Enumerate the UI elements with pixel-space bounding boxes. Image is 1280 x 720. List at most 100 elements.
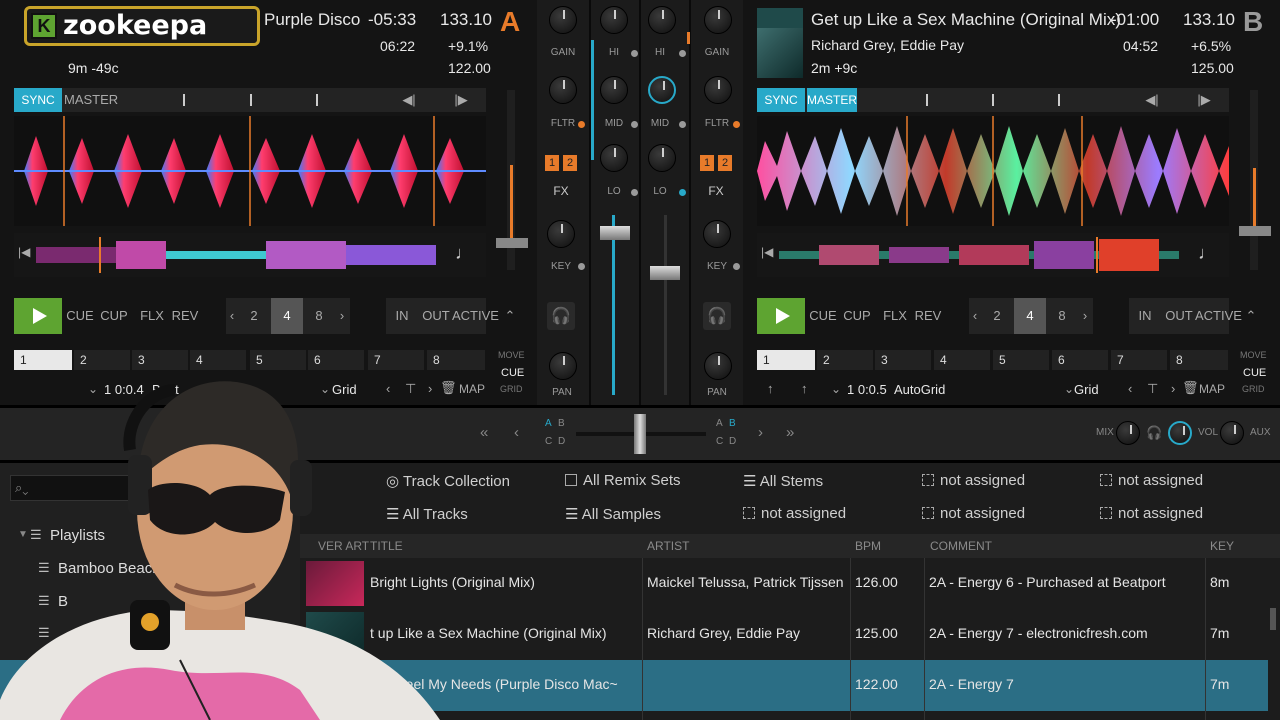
deck-b-cue-button[interactable]: CUE bbox=[809, 304, 837, 328]
deck-b-beatjump-back-icon[interactable]: ◀| bbox=[1138, 88, 1166, 112]
mixer-b-fx-unit-2[interactable]: 2 bbox=[718, 155, 732, 171]
favorite-all-tracks[interactable]: ☰ All Tracks bbox=[386, 505, 468, 523]
deck-a-mode-grid[interactable]: GRID bbox=[500, 384, 523, 394]
mixer-a-eq-hi-knob[interactable] bbox=[600, 6, 628, 34]
deck-a-cue-slot-8[interactable]: 8 bbox=[427, 350, 485, 370]
deck-a-mode-cue[interactable]: CUE bbox=[501, 367, 524, 379]
mixer-b-eq-mid-kill[interactable] bbox=[679, 121, 686, 128]
deck-a-reverse-button[interactable]: REV bbox=[171, 304, 199, 328]
search-input[interactable]: ⌕⌄ bbox=[10, 475, 160, 501]
browser-scrollbar[interactable] bbox=[1270, 608, 1276, 630]
deck-a-cue-type[interactable]: Beat bbox=[152, 382, 179, 397]
mixer-a-eq-lo-knob[interactable] bbox=[600, 144, 628, 172]
favorite-slot-empty[interactable]: not assigned bbox=[922, 505, 1025, 522]
deck-a-beatjump-forward-icon[interactable]: |▶ bbox=[447, 88, 475, 112]
mixer-a-volume-fader[interactable] bbox=[600, 226, 630, 240]
deck-a-cue-button[interactable]: CUE bbox=[66, 304, 94, 328]
mixer-a-filter-knob[interactable] bbox=[549, 76, 577, 104]
deck-a-cue-slot-3[interactable]: 3 bbox=[132, 350, 188, 370]
deck-a-collapse-icon[interactable]: ⌃ bbox=[500, 304, 520, 328]
crossfader-right-d[interactable]: D bbox=[729, 436, 736, 447]
column-cover-art[interactable]: VER ART bbox=[318, 539, 369, 553]
deck-a-mode-move[interactable]: MOVE bbox=[498, 350, 525, 360]
table-row[interactable]: t up Like a Sex Machine (Original Mix) R… bbox=[0, 609, 1268, 660]
deck-a-cue-slot-2[interactable]: 2 bbox=[74, 350, 130, 370]
deck-b-grid-dropdown-icon[interactable]: ⌄ bbox=[1064, 382, 1074, 396]
deck-a-play-button[interactable] bbox=[14, 298, 62, 334]
table-row-selected[interactable]: ) - Feel My Needs (Purple Disco Mac~ 122… bbox=[0, 660, 1268, 711]
mixer-b-filter-knob[interactable] bbox=[704, 76, 732, 104]
mixer-a-headphone-cue-icon[interactable]: 🎧 bbox=[547, 302, 575, 330]
deck-b-cue-slot-1[interactable]: 1 bbox=[757, 350, 815, 370]
deck-a-cue-start-icon[interactable]: |◀ bbox=[18, 245, 30, 259]
deck-a-cue-slot-1[interactable]: 1 bbox=[14, 350, 72, 370]
deck-b-loop-active-button[interactable]: ACTIVE bbox=[1195, 304, 1242, 328]
column-title[interactable]: TITLE bbox=[370, 539, 403, 553]
deck-b-cue-slot-8[interactable]: 8 bbox=[1170, 350, 1228, 370]
crossfader-handle[interactable] bbox=[634, 414, 646, 454]
mixer-b-filter-on-indicator[interactable] bbox=[733, 121, 740, 128]
crossfader-fast-left-icon[interactable]: « bbox=[480, 424, 488, 441]
deck-b-grid-next-icon[interactable]: › bbox=[1171, 381, 1175, 396]
deck-a-loop-size-8[interactable]: 8 bbox=[307, 304, 331, 328]
deck-b-cue-slot-2[interactable]: 2 bbox=[817, 350, 873, 370]
crossfader-right-c[interactable]: C bbox=[716, 436, 723, 447]
deck-a-loop-larger-icon[interactable]: › bbox=[336, 304, 348, 328]
headphone-volume-knob[interactable] bbox=[1168, 421, 1192, 445]
deck-b-cue-start-icon[interactable]: |◀ bbox=[761, 245, 773, 259]
deck-a-delete-icon[interactable]: 🗑 bbox=[440, 380, 457, 396]
mixer-a-eq-mid-kill[interactable] bbox=[631, 121, 638, 128]
deck-b-mode-cue[interactable]: CUE bbox=[1243, 367, 1266, 379]
deck-a-grid-tap-icon[interactable]: ⊤ bbox=[405, 381, 416, 397]
deck-b-loop-size-8[interactable]: 8 bbox=[1050, 304, 1074, 328]
deck-b-mode-move[interactable]: MOVE bbox=[1240, 350, 1267, 360]
table-row[interactable]: Bright Lights (Original Mix) Maickel Tel… bbox=[0, 558, 1268, 609]
deck-a-cue-slot-4[interactable]: 4 bbox=[190, 350, 246, 370]
deck-a-overview[interactable]: |◀ ♩ bbox=[14, 233, 486, 277]
deck-a-cue-slot-7[interactable]: 7 bbox=[368, 350, 424, 370]
column-artist[interactable]: ARTIST bbox=[647, 539, 689, 553]
deck-b-cup-button[interactable]: CUP bbox=[842, 304, 872, 328]
column-key[interactable]: KEY bbox=[1210, 539, 1234, 553]
deck-a-sync-button[interactable]: SYNC bbox=[14, 88, 62, 112]
crossfader-right-b[interactable]: B bbox=[729, 418, 736, 429]
mixer-b-eq-lo-kill[interactable] bbox=[679, 189, 686, 196]
favorite-slot-empty[interactable]: not assigned bbox=[743, 505, 846, 522]
deck-a-cue-slot-5[interactable]: 5 bbox=[250, 350, 306, 370]
deck-a-map-button[interactable]: MAP bbox=[459, 382, 485, 396]
deck-b-loop-out-button[interactable]: OUT bbox=[1165, 304, 1193, 328]
deck-b-loop-size-4[interactable]: 4 bbox=[1014, 298, 1046, 334]
deck-b-cue-type[interactable]: AutoGrid bbox=[894, 382, 945, 397]
mixer-b-pan-knob[interactable] bbox=[704, 352, 732, 380]
deck-b-waveform[interactable] bbox=[757, 116, 1229, 226]
deck-a-grid-label[interactable]: Grid bbox=[332, 382, 357, 397]
deck-b-collapse-icon[interactable]: ⌃ bbox=[1241, 304, 1261, 328]
aux-knob[interactable] bbox=[1220, 421, 1244, 445]
mixer-a-filter-on-indicator[interactable] bbox=[578, 121, 585, 128]
deck-b-cue-slot-7[interactable]: 7 bbox=[1111, 350, 1167, 370]
deck-a-beatjump-back-icon[interactable]: ◀| bbox=[395, 88, 423, 112]
deck-a-cue-dropdown-icon[interactable]: ⌄ bbox=[88, 382, 98, 396]
favorite-all-stems[interactable]: ☰ All Stems bbox=[743, 472, 823, 490]
deck-a-grid-dropdown-icon[interactable]: ⌄ bbox=[320, 382, 330, 396]
deck-b-master-button[interactable]: MASTER bbox=[807, 88, 857, 112]
mixer-b-key-knob[interactable] bbox=[703, 220, 731, 248]
crossfader-right-icon[interactable]: › bbox=[758, 424, 763, 441]
mixer-a-key-knob[interactable] bbox=[547, 220, 575, 248]
mixer-b-fx-unit-1[interactable]: 1 bbox=[700, 155, 714, 171]
deck-b-loop-smaller-icon[interactable]: ‹ bbox=[969, 304, 981, 328]
mixer-b-eq-lo-knob[interactable] bbox=[648, 144, 676, 172]
deck-b-beatjump-forward-icon[interactable]: |▶ bbox=[1190, 88, 1218, 112]
crossfader-left-d[interactable]: D bbox=[558, 436, 565, 447]
deck-a-grid-next-icon[interactable]: › bbox=[428, 381, 432, 396]
favorite-all-remix-sets[interactable]: All Remix Sets bbox=[565, 472, 681, 489]
deck-b-delete-icon[interactable]: 🗑 bbox=[1182, 380, 1199, 396]
deck-a-loop-out-button[interactable]: OUT bbox=[422, 304, 450, 328]
deck-b-cue-slot-6[interactable]: 6 bbox=[1052, 350, 1108, 370]
deck-a-master-button[interactable]: MASTER bbox=[64, 88, 118, 112]
deck-a-loop-smaller-icon[interactable]: ‹ bbox=[226, 304, 238, 328]
column-bpm[interactable]: BPM bbox=[855, 539, 881, 553]
deck-b-grid-tap-icon[interactable]: ⊤ bbox=[1147, 381, 1158, 397]
deck-b-cue-slot-3[interactable]: 3 bbox=[875, 350, 931, 370]
mixer-b-eq-hi-knob[interactable] bbox=[648, 6, 676, 34]
